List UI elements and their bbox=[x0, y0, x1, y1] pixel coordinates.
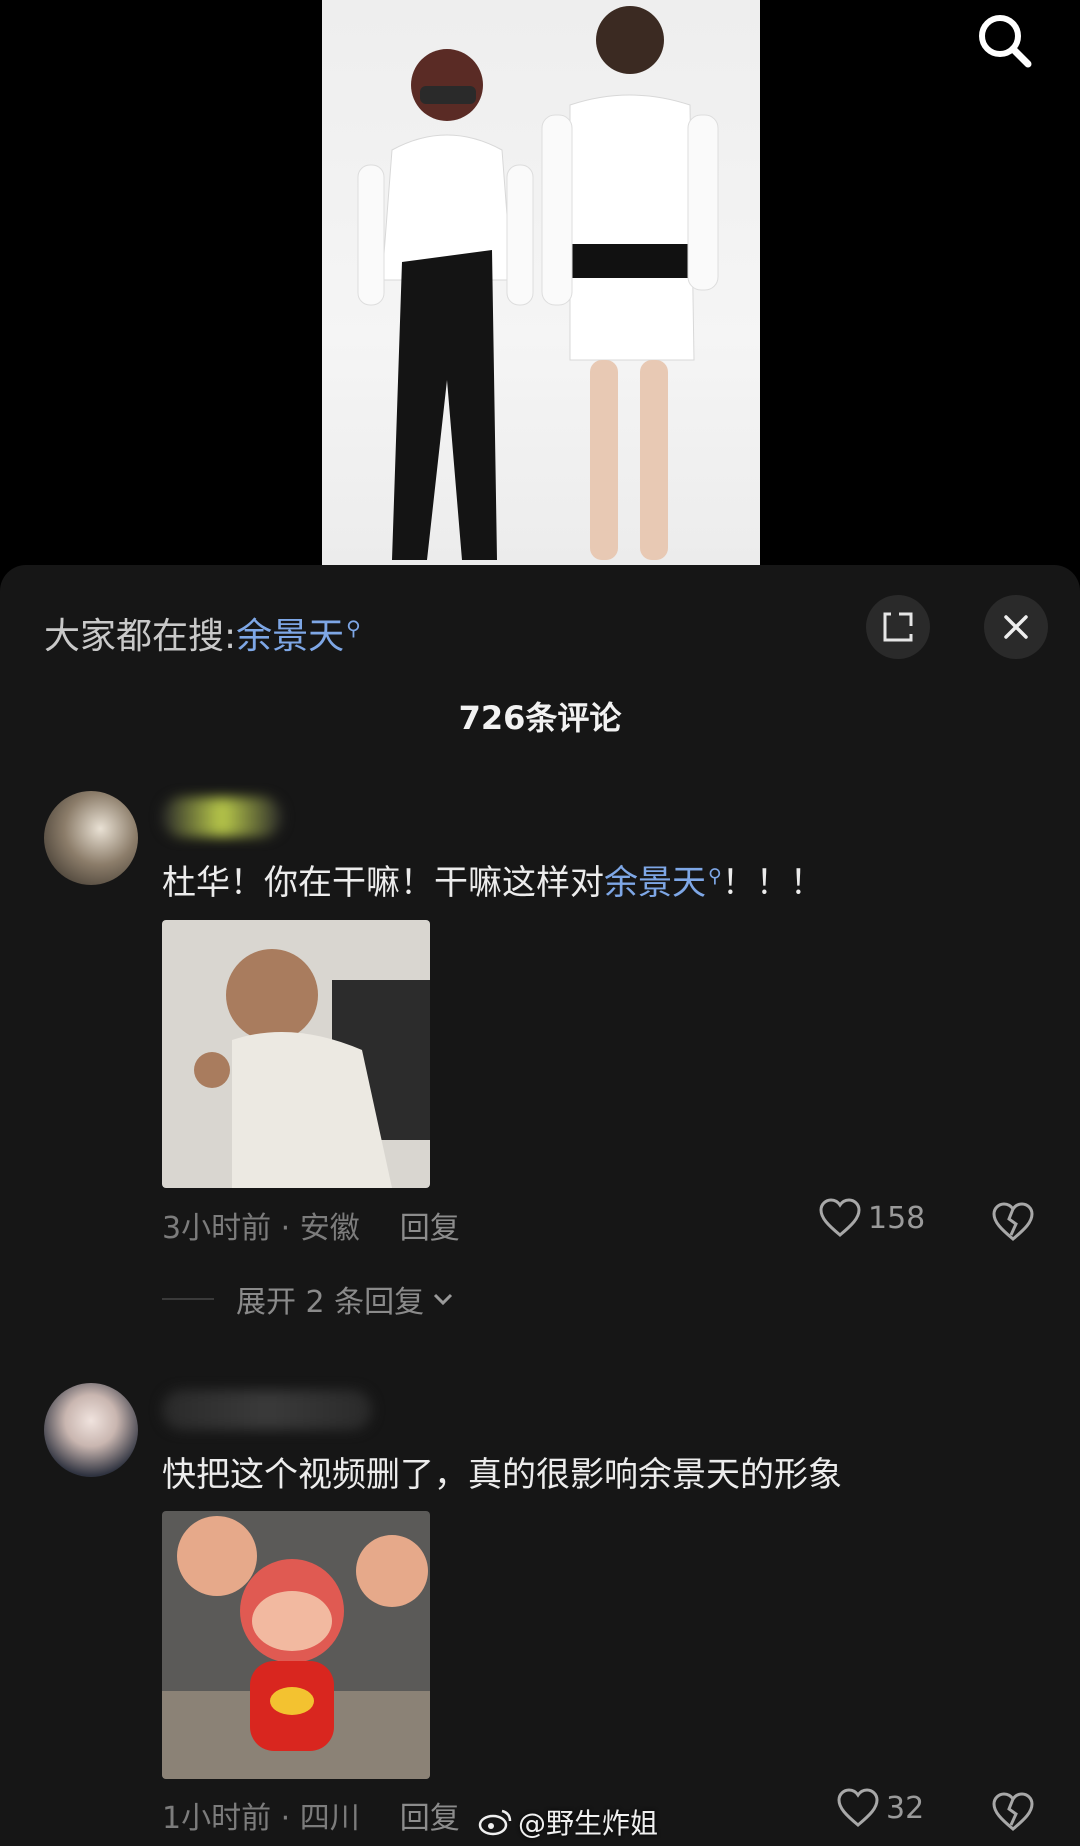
comment-text: 快把这个视频删了，真的很影响余景天的形象 bbox=[162, 1455, 842, 1495]
comment-keyword-link[interactable]: 余景天 bbox=[604, 863, 706, 903]
comment-image[interactable] bbox=[162, 1511, 430, 1779]
weibo-logo-icon bbox=[478, 1809, 512, 1836]
username-blurred[interactable] bbox=[162, 797, 282, 837]
comment-count: 726条评论 bbox=[458, 699, 622, 737]
trending-prefix: 大家都在搜: bbox=[44, 616, 237, 657]
comment-time-location: 3小时前 · 安徽 bbox=[162, 1211, 360, 1246]
comment-time-location: 1小时前 · 四川 bbox=[162, 1801, 360, 1836]
reply-button[interactable]: 回复 bbox=[400, 1801, 460, 1836]
avatar[interactable] bbox=[44, 791, 138, 885]
broken-heart-icon bbox=[992, 1202, 1034, 1241]
watermark-text: @野生炸姐 bbox=[518, 1807, 659, 1840]
expand-replies-button[interactable]: 展开 2 条回复 bbox=[162, 1277, 456, 1321]
watermark: @野生炸姐 bbox=[478, 1802, 658, 1842]
comment-image[interactable] bbox=[162, 920, 430, 1188]
close-icon bbox=[1004, 615, 1028, 639]
close-button[interactable] bbox=[984, 595, 1048, 659]
comment-text-part: 杜华！你在干嘛！干嘛这样对 bbox=[162, 863, 604, 903]
trending-search-bar[interactable]: 大家都在搜:余景天 ⚲ bbox=[44, 607, 361, 659]
search-small-icon: ⚲ bbox=[346, 616, 361, 640]
search-icon bbox=[979, 15, 1032, 68]
chevron-down-icon bbox=[434, 1293, 453, 1306]
dislike-button[interactable] bbox=[990, 1789, 1036, 1835]
avatar[interactable] bbox=[44, 1383, 138, 1477]
like-button[interactable]: 158 bbox=[818, 1198, 925, 1238]
reply-button[interactable]: 回复 bbox=[400, 1211, 460, 1246]
like-count: 32 bbox=[886, 1790, 925, 1826]
comment-meta: 3小时前 · 安徽 回复 bbox=[162, 1203, 460, 1247]
heart-icon bbox=[819, 1198, 861, 1237]
video-player[interactable] bbox=[0, 0, 1080, 568]
username-blurred[interactable] bbox=[162, 1390, 372, 1430]
dislike-button[interactable] bbox=[990, 1199, 1036, 1245]
like-button[interactable]: 32 bbox=[836, 1788, 924, 1828]
cartoon-pig-image bbox=[162, 1511, 430, 1779]
comment-meta: 1小时前 · 四川 回复 bbox=[162, 1793, 460, 1837]
comment-text-part: ！！！ bbox=[721, 863, 824, 903]
comment-text: 杜华！你在干嘛！干嘛这样对余景天 ⚲！！！ bbox=[162, 855, 824, 904]
heart-icon bbox=[837, 1788, 879, 1827]
video-thumbnail-image bbox=[357, 6, 719, 560]
expand-replies-label: 展开 2 条回复 bbox=[236, 1285, 425, 1320]
expand-icon bbox=[883, 612, 913, 642]
video-frame bbox=[322, 0, 760, 565]
broken-heart-icon bbox=[992, 1792, 1034, 1831]
search-button[interactable] bbox=[970, 6, 1040, 76]
divider bbox=[162, 1298, 214, 1300]
search-small-icon: ⚲ bbox=[708, 864, 722, 887]
trending-keyword-link[interactable]: 余景天 bbox=[236, 616, 344, 657]
expand-button[interactable] bbox=[866, 595, 930, 659]
like-count: 158 bbox=[868, 1200, 926, 1236]
meme-image bbox=[162, 920, 430, 1188]
comments-panel: 大家都在搜:余景天⚲ 726条评论 杜华！你在干嘛！干嘛这样对余景天⚲！！！ bbox=[0, 565, 1080, 1846]
